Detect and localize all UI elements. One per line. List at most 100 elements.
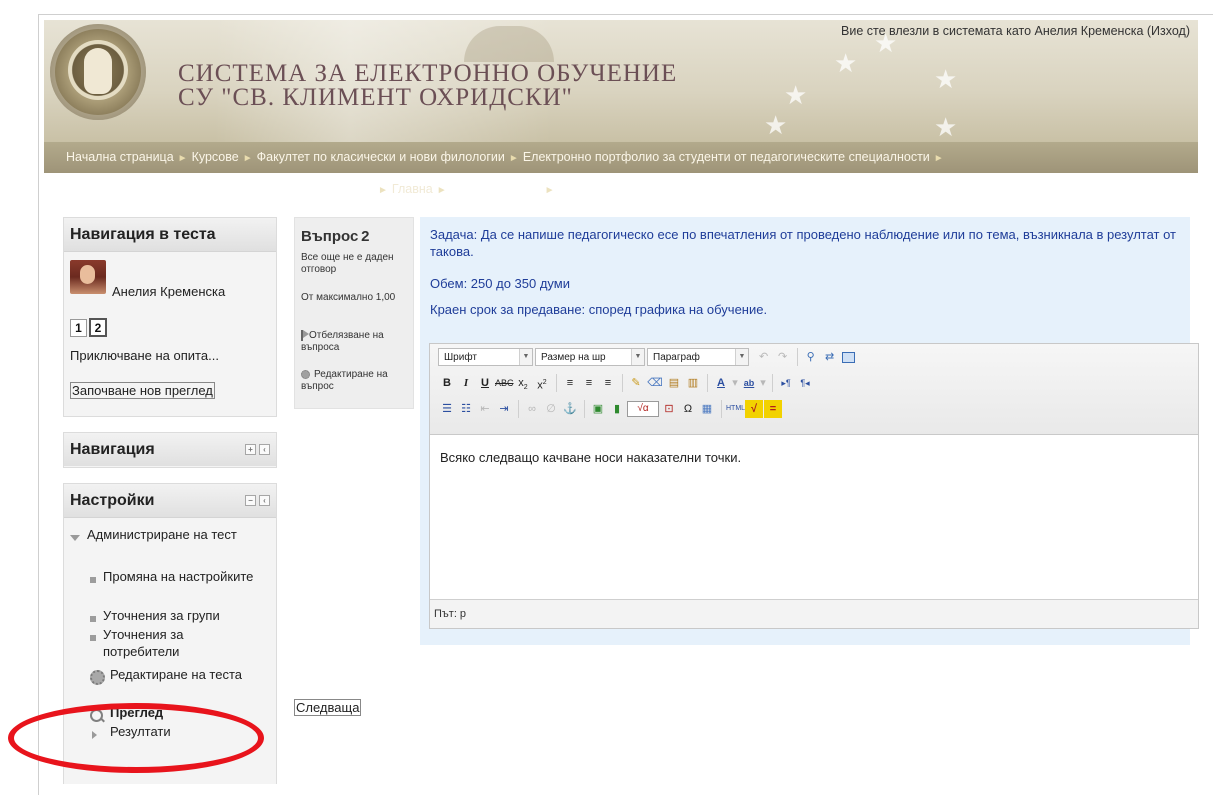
dock-icon[interactable]: + [245, 444, 256, 455]
eraser-icon[interactable]: ⌫ [646, 374, 664, 392]
table-icon[interactable]: ▦ [698, 400, 716, 418]
settings-edit-item[interactable]: Промяна на настройките [103, 568, 263, 585]
find-icon[interactable]: ⚲ [802, 348, 820, 366]
gear-icon [90, 668, 111, 686]
font-size-value: Размер на шр [541, 352, 606, 363]
align-right-icon[interactable]: ≡ [599, 374, 617, 392]
finish-attempt-link[interactable]: Приключване на опита... [70, 348, 219, 363]
settings-header: Настройки − ‹ [64, 484, 276, 518]
breadcrumb-bar: Начална страница ► Курсове ► Факултет по кла… [44, 142, 1198, 173]
redo-icon[interactable]: ↷ [774, 348, 792, 366]
collapse-icon[interactable]: ‹ [259, 495, 270, 506]
outdent-icon[interactable]: ⇤ [476, 400, 494, 418]
edit-quiz-item[interactable]: Редактиране на теста [110, 666, 270, 683]
flag-question-label: Отбелязване на въпроса [301, 330, 384, 353]
question-task: Задача: Да се напише педагогическо есе п… [430, 227, 1177, 259]
link-icon[interactable]: ∞ [523, 400, 541, 418]
breadcrumb-faculty[interactable]: Факултет по класически и нови филологии [257, 150, 505, 164]
media-icon[interactable]: ▮ [608, 400, 626, 418]
user-overrides-item[interactable]: Уточнения за потребители [103, 626, 263, 660]
question-number-value: 2 [361, 228, 370, 245]
login-prefix: Вие сте влезли в системата като [841, 24, 1035, 38]
replace-icon[interactable]: ⇄ [821, 348, 839, 366]
chevron-down-icon: ▼ [735, 349, 748, 365]
question-marks: От максимално 1,00 [301, 292, 396, 303]
quiz-administration-item[interactable]: Администриране на тест [87, 526, 272, 543]
rich-text-editor: Шрифт ▼ Размер на шр ▼ Параграф ▼ ↶ ↷ ⚲ ⇄ B I U ABC… [429, 343, 1199, 629]
site-title: СИСТЕМА ЗА ЕЛЕКТРОННО ОБУЧЕНИЕ СУ "СВ. К… [178, 61, 677, 110]
undo-icon[interactable]: ↶ [755, 348, 773, 366]
question-deadline: Краен срок за предаване: според графика … [430, 302, 768, 317]
image-icon[interactable]: ▣ [589, 400, 607, 418]
block-controls: − ‹ [242, 495, 270, 528]
bullet-icon [90, 570, 103, 587]
superscript-icon[interactable]: x2 [533, 374, 551, 392]
toolbar-row-2: B I U ABC x2 x2 ≡ ≡ ≡ ✎ ⌫ ▤ ▥ A ▾ ab ▾ ▸¶ ¶◂ [438, 374, 815, 396]
group-overrides-item[interactable]: Уточнения за групи [103, 607, 220, 624]
chevron-down-icon[interactable]: ▾ [759, 374, 767, 392]
paragraph-format-select[interactable]: Параграф ▼ [647, 348, 749, 366]
numbered-list-icon[interactable]: ☷ [457, 400, 475, 418]
collapse-icon[interactable]: ‹ [259, 444, 270, 455]
dragmath-icon[interactable]: = [764, 400, 782, 418]
underline-icon[interactable]: U [476, 374, 494, 392]
font-family-select[interactable]: Шрифт ▼ [438, 348, 533, 366]
tex-icon[interactable]: √ [745, 400, 763, 418]
ltr-icon[interactable]: ▸¶ [777, 374, 795, 392]
html-source-icon[interactable]: HTML [726, 400, 745, 418]
bullet-icon [90, 628, 103, 645]
chevron-down-icon[interactable]: ▾ [731, 374, 739, 392]
resize-handle[interactable] [1184, 600, 1198, 628]
unlink-icon[interactable]: ∅ [542, 400, 560, 418]
bullet-list-icon[interactable]: ☰ [438, 400, 456, 418]
hide-icon[interactable]: − [245, 495, 256, 506]
subscript-icon[interactable]: x2 [514, 374, 532, 392]
question-button-1[interactable]: 1 [70, 319, 87, 337]
align-left-icon[interactable]: ≡ [561, 374, 579, 392]
user-profile-link[interactable]: Анелия Кременска [1035, 24, 1144, 38]
editor-content-area[interactable]: Всяко следващо качване носи наказателни … [440, 450, 741, 465]
breadcrumb-separator-icon: ► [933, 153, 944, 164]
fullscreen-icon[interactable] [840, 348, 858, 366]
start-new-preview-button[interactable]: Започване нов преглед [70, 382, 215, 399]
special-char-icon[interactable]: Ω [679, 400, 697, 418]
next-button[interactable]: Следваща [294, 699, 362, 716]
breadcrumb-separator-icon: ► [242, 153, 253, 164]
results-item[interactable]: Резултати [110, 723, 171, 740]
preview-item[interactable]: Преглед [110, 704, 163, 721]
chevron-down-icon: ▼ [631, 349, 644, 365]
breadcrumb-home[interactable]: Начална страница [66, 150, 174, 164]
logout-link[interactable]: (Изход) [1147, 24, 1190, 38]
admin-tree-node[interactable] [70, 528, 86, 545]
bold-icon[interactable]: B [438, 374, 456, 392]
text-color-icon[interactable]: A [712, 374, 730, 392]
breadcrumb-courses[interactable]: Курсове [192, 150, 239, 164]
edit-question-label: Редактиране на въпрос [301, 369, 388, 392]
math-equation-icon[interactable]: √α [627, 401, 659, 417]
user-name[interactable]: Анелия Кременска [112, 284, 225, 299]
paste-text-icon[interactable]: ▤ [665, 374, 683, 392]
strikethrough-icon[interactable]: ABC [495, 374, 514, 392]
indent-icon[interactable]: ⇥ [495, 400, 513, 418]
toolbar-divider [584, 400, 585, 418]
paste-word-icon[interactable]: ▥ [684, 374, 702, 392]
star-icon: ★ [934, 64, 958, 94]
font-size-select[interactable]: Размер на шр ▼ [535, 348, 645, 366]
toolbar-row-3: ☰ ☷ ⇤ ⇥ ∞ ∅ ⚓ ▣ ▮ √α ⊡ Ω ▦ HTML √ = [438, 400, 783, 422]
bullet-icon [90, 609, 103, 626]
avatar[interactable] [70, 260, 106, 294]
toolbar-divider [721, 400, 722, 418]
cleanup-brush-icon[interactable]: ✎ [627, 374, 645, 392]
quiz-navigation-block: Навигация в теста Анелия Кременска 12 Пр… [63, 217, 277, 417]
question-button-2[interactable]: 2 [89, 318, 107, 337]
breadcrumb-course[interactable]: Електронно портфолио за студенти от педа… [523, 150, 930, 164]
highlight-color-icon[interactable]: ab [740, 374, 758, 392]
flag-question-toggle[interactable]: Отбелязване на въпроса [301, 330, 405, 354]
rtl-icon[interactable]: ¶◂ [796, 374, 814, 392]
breadcrumb-main[interactable]: Главна [392, 182, 433, 196]
chemistry-icon[interactable]: ⊡ [660, 400, 678, 418]
align-center-icon[interactable]: ≡ [580, 374, 598, 392]
italic-icon[interactable]: I [457, 374, 475, 392]
edit-question-link[interactable]: Редактиране на въпрос [301, 369, 405, 393]
anchor-icon[interactable]: ⚓ [561, 400, 579, 418]
